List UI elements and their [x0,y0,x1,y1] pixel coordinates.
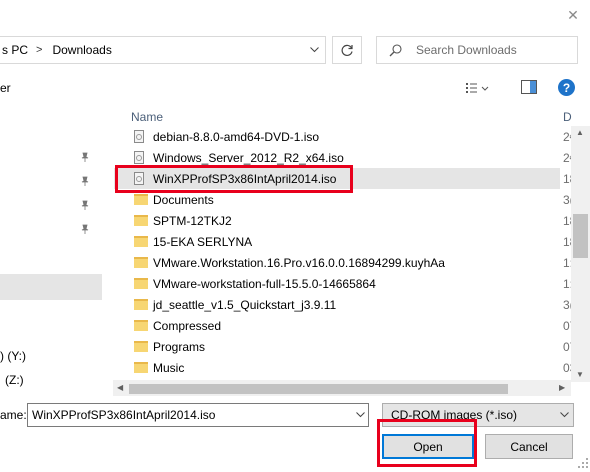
filetype-dropdown[interactable] [556,404,572,426]
folder-row[interactable]: jd_seattle_v1.5_Quickstart_j3.9.11 [130,294,560,315]
scroll-down-icon[interactable]: ▼ [576,370,584,379]
column-header-date[interactable]: D [563,110,572,124]
vertical-scroll-thumb[interactable] [573,214,588,258]
refresh-icon [341,44,353,56]
chevron-down-icon [309,47,319,53]
close-button[interactable]: ✕ [558,2,588,28]
folder-row[interactable]: Programs [130,336,560,357]
file-name: 15-EKA SERLYNA [153,234,253,249]
pin-icon [81,224,89,234]
folder-icon [134,276,150,292]
nav-drive-y[interactable]: ) (Y:) [0,349,26,363]
nav-drive-z[interactable]: (Z:) [5,373,24,387]
folder-icon [134,213,150,229]
pin-icon [81,200,89,210]
folder-icon [134,234,150,250]
file-name: Programs [153,339,206,354]
scroll-up-icon[interactable]: ▲ [576,128,584,137]
folder-icon [134,192,150,208]
file-name: Documents [153,192,214,207]
horizontal-scroll-thumb[interactable] [129,384,508,394]
folder-row[interactable]: Music [130,357,560,378]
filename-dropdown[interactable] [352,404,368,426]
close-icon: ✕ [567,6,579,23]
search-icon [389,43,402,57]
folder-row[interactable]: VMware-workstation-full-15.5.0-14665864 [130,273,560,294]
file-name: VMware.Workstation.16.Pro.v16.0.0.168942… [153,255,445,270]
navigation-pane[interactable]: ) (Y:) (Z:) [0,104,105,400]
file-name: Windows_Server_2012_R2_x64.iso [153,150,344,165]
folder-icon [134,318,150,334]
change-view-button[interactable] [466,80,490,96]
disc-image-icon [134,129,150,145]
help-icon: ? [562,80,571,95]
preview-pane-icon [521,80,537,94]
scroll-right-icon[interactable]: ▶ [559,383,565,392]
file-name: Music [153,360,185,375]
column-header-name[interactable]: Name [131,110,163,124]
resize-grip-icon[interactable] [578,458,588,468]
pin-icon [81,176,89,186]
folder-icon [134,339,150,355]
folder-icon [134,255,150,271]
breadcrumb-downloads[interactable]: Downloads [50,43,111,57]
breadcrumb-this-pc[interactable]: s PC [0,43,28,57]
file-row[interactable]: debian-8.8.0-amd64-DVD-1.iso [130,126,560,147]
folder-icon [134,297,150,313]
folder-row[interactable]: 15-EKA SERLYNA [130,231,560,252]
search-input[interactable]: Search Downloads [376,36,578,64]
folder-icon [134,360,150,376]
new-folder-button-partial[interactable]: er [0,81,11,95]
cancel-button[interactable]: Cancel [485,434,573,459]
scroll-left-icon[interactable]: ◀ [117,383,123,392]
breadcrumb-separator[interactable]: > [28,44,50,56]
folder-row[interactable]: VMware.Workstation.16.Pro.v16.0.0.168942… [130,252,560,273]
search-placeholder: Search Downloads [416,43,517,57]
chevron-down-icon [559,412,569,418]
preview-pane-button[interactable] [520,78,538,96]
file-name: jd_seattle_v1.5_Quickstart_j3.9.11 [153,297,337,312]
filename-label: ame: [0,408,27,422]
details-view-icon [466,83,489,93]
folder-row[interactable]: SPTM-12TKJ2 [130,210,560,231]
file-name: debian-8.8.0-amd64-DVD-1.iso [153,129,320,144]
annotation-highlight-selected-file [115,165,353,193]
pin-icon [81,152,89,162]
disc-image-icon [134,150,150,166]
file-name: VMware-workstation-full-15.5.0-14665864 [153,276,376,291]
address-bar[interactable]: s PC > Downloads [0,36,326,64]
folder-row[interactable]: Compressed [130,315,560,336]
refresh-button[interactable] [332,36,362,64]
nav-item-selected[interactable] [0,274,102,300]
file-name: SPTM-12TKJ2 [153,213,232,228]
help-button[interactable]: ? [558,79,575,96]
filename-input[interactable]: WinXPProfSP3x86IntApril2014.iso [27,403,369,427]
chevron-down-icon [355,412,365,418]
annotation-highlight-open-button [377,419,477,467]
file-name: Compressed [153,318,222,333]
address-history-dropdown[interactable] [303,37,325,63]
